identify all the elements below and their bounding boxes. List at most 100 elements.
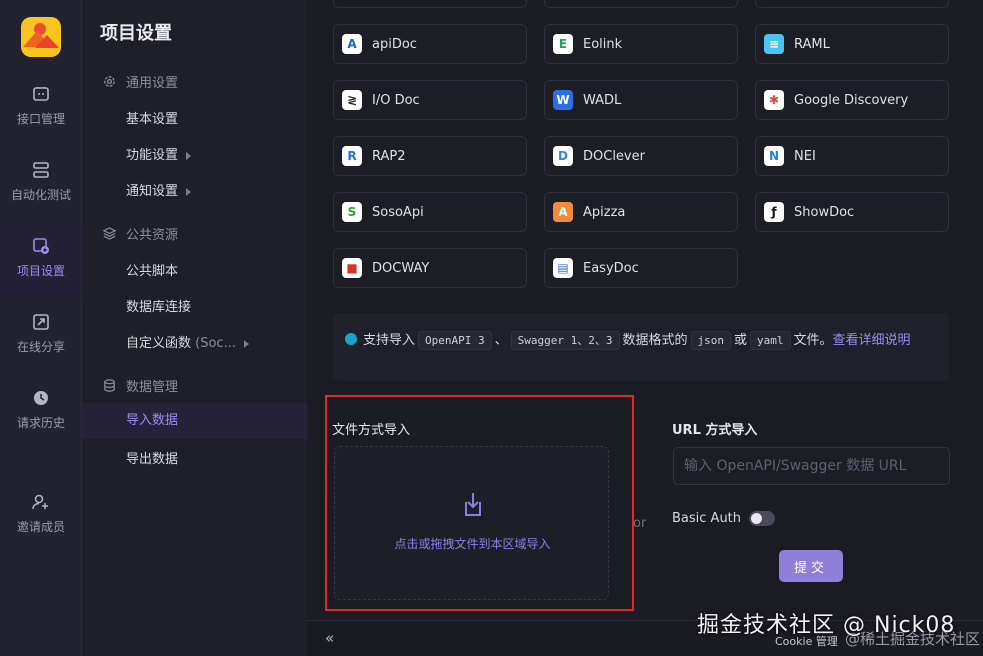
automation-icon — [33, 162, 49, 178]
settings-gear-icon — [33, 238, 49, 254]
card-edge — [544, 0, 738, 8]
sidebar-title: 项目设置 — [100, 23, 172, 44]
sidebar-item-sub: (Soc... — [195, 336, 236, 351]
source-name: DOCWAY — [372, 260, 430, 276]
watermark: 掘金技术社区 @ Nick08 — [697, 613, 956, 638]
source-logo-icon: A — [553, 202, 573, 222]
import-source-card[interactable]: A Apizza — [544, 192, 738, 232]
sidebar-item-export[interactable]: 导出数据 — [126, 448, 178, 467]
import-source-card[interactable]: ✱ Google Discovery — [755, 80, 949, 120]
format-tag: Swagger 1、2、3 — [510, 331, 620, 350]
info-text: 或 — [734, 333, 748, 348]
import-source-card[interactable]: ≷ I/O Doc — [333, 80, 527, 120]
source-name: RAML — [794, 36, 830, 52]
source-name: RAP2 — [372, 148, 406, 164]
sidebar-item-label: 功能设置 — [126, 148, 179, 163]
rail-item-history[interactable]: 请求历史 — [0, 388, 82, 448]
source-name: NEI — [794, 148, 816, 164]
import-source-card[interactable]: ▤ EasyDoc — [544, 248, 738, 288]
source-logo-icon: ƒ — [764, 202, 784, 222]
sidebar-item-notify[interactable]: 通知设置 — [126, 180, 191, 199]
import-source-card[interactable]: S SosoApi — [333, 192, 527, 232]
import-source-card[interactable]: N NEI — [755, 136, 949, 176]
source-name: EasyDoc — [583, 260, 639, 276]
group-public: 公共资源 — [102, 224, 178, 243]
basic-auth-toggle[interactable] — [749, 511, 776, 526]
rail-item-label: 接口管理 — [16, 112, 65, 126]
format-tag: yaml — [750, 331, 791, 350]
collapse-sidebar-icon[interactable]: « — [325, 629, 334, 647]
source-name: Eolink — [583, 36, 623, 52]
api-box-icon — [33, 87, 49, 101]
import-source-card[interactable]: ≡ RAML — [755, 24, 949, 64]
source-name: WADL — [583, 92, 622, 108]
or-divider: or — [633, 516, 647, 531]
source-name: DOClever — [583, 148, 645, 164]
import-source-card[interactable]: R RAP2 — [333, 136, 527, 176]
group-label: 公共资源 — [126, 228, 179, 243]
history-icon — [34, 391, 48, 405]
database-icon — [104, 379, 115, 392]
group-label: 数据管理 — [126, 380, 179, 395]
invite-user-icon — [32, 494, 48, 510]
rail-item-label: 自动化测试 — [10, 188, 71, 202]
rail-item-label: 请求历史 — [16, 416, 65, 430]
card-edge — [333, 0, 527, 8]
source-logo-icon: D — [553, 146, 573, 166]
source-logo-icon: R — [342, 146, 362, 166]
group-label: 通用设置 — [126, 76, 179, 91]
sidebar-item-feature[interactable]: 功能设置 — [126, 144, 191, 163]
import-source-card[interactable]: D DOClever — [544, 136, 738, 176]
sidebar-item-db[interactable]: 数据库连接 — [126, 296, 191, 315]
source-name: SosoApi — [372, 204, 424, 220]
info-text: 数据格式的 — [622, 333, 688, 348]
sidebar-item-func[interactable]: 自定义函数 (Soc... — [126, 332, 249, 351]
card-edge — [755, 0, 949, 8]
main-panel: AapiDoc E Eolink ≡ RAML ≷ I/O Doc W WADL ✱ Google … — [307, 0, 983, 656]
source-logo-icon: ▤ — [553, 258, 573, 278]
source-logo-icon: E — [553, 34, 573, 54]
rail-item-label: 邀请成员 — [16, 520, 65, 534]
rail-item-project-settings[interactable]: 项目设置 — [0, 226, 82, 298]
source-name: ShowDoc — [794, 204, 855, 220]
submit-button[interactable]: 提交 — [779, 550, 843, 582]
import-source-card[interactable]: AapiDoc — [333, 24, 527, 64]
source-name: apiDoc — [372, 36, 417, 52]
info-text: 支持导入 — [363, 333, 416, 348]
highlight-box — [325, 395, 634, 611]
source-logo-icon: N — [764, 146, 784, 166]
group-general: 通用设置 — [102, 72, 178, 91]
source-name: Apizza — [583, 204, 626, 220]
format-tag: json — [690, 331, 732, 350]
source-logo-icon: ≡ — [764, 34, 784, 54]
basic-auth-row: Basic Auth — [672, 511, 776, 526]
source-logo-icon: ✱ — [764, 90, 784, 110]
import-source-card[interactable]: E Eolink — [544, 24, 738, 64]
format-info: 支持导入 OpenAPI 3、 Swagger 1、2、3 数据格式的 json 或 yam… — [333, 313, 949, 381]
rail-item-automation[interactable]: 自动化测试 — [0, 160, 82, 220]
layers-icon — [102, 227, 117, 240]
source-logo-icon: S — [342, 202, 362, 222]
app-logo[interactable] — [21, 17, 61, 57]
sidebar-item-script[interactable]: 公共脚本 — [126, 260, 178, 279]
import-source-card[interactable]: ■ DOCWAY — [333, 248, 527, 288]
settings-sidebar: 项目设置 通用设置 基本设置 功能设置 通知设置 公共资源 公共脚本 数据库连接… — [82, 0, 307, 656]
sidebar-item-label: 自定义函数 — [126, 336, 192, 351]
rail-item-invite[interactable]: 邀请成员 — [0, 492, 82, 552]
info-icon — [345, 333, 357, 345]
source-name: Google Discovery — [794, 92, 909, 108]
rail-item-share[interactable]: 在线分享 — [0, 312, 82, 372]
info-text: 、 — [494, 333, 508, 348]
sidebar-item-basic[interactable]: 基本设置 — [126, 108, 178, 127]
source-logo-icon: ≷ — [342, 90, 362, 110]
details-link[interactable]: 查看详细说明 — [833, 333, 911, 348]
sidebar-item-import[interactable]: 导入数据 — [82, 403, 307, 439]
sidebar-item-label: 通知设置 — [126, 184, 179, 199]
import-source-card[interactable]: W WADL — [544, 80, 738, 120]
rail-item-api[interactable]: 接口管理 — [0, 84, 82, 144]
source-logo-icon: ■ — [342, 258, 362, 278]
import-source-card[interactable]: ƒ ShowDoc — [755, 192, 949, 232]
url-input[interactable] — [673, 447, 950, 485]
format-tag: OpenAPI 3 — [418, 331, 492, 350]
share-icon — [33, 314, 49, 330]
